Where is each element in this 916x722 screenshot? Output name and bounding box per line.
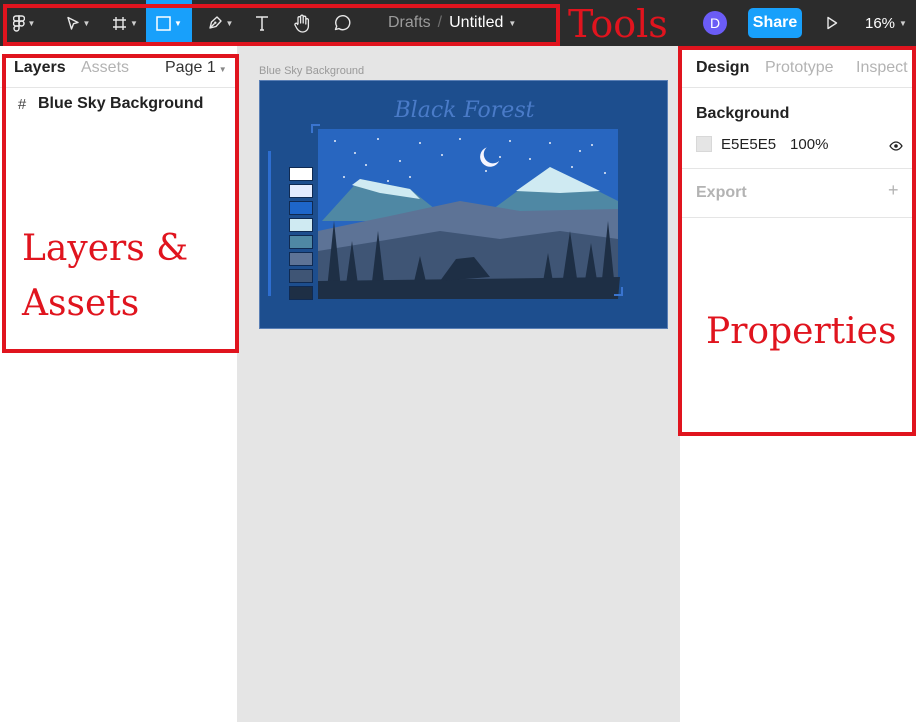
avatar[interactable]: D — [703, 11, 727, 35]
frame-label[interactable]: Blue Sky Background — [259, 65, 364, 77]
present-button[interactable] — [822, 0, 842, 46]
zoom-menu[interactable]: 16% ▼ — [865, 0, 907, 46]
palette-swatch[interactable] — [289, 184, 313, 198]
layers-annotation-line2: Assets — [22, 283, 140, 324]
palette-swatch[interactable] — [289, 252, 313, 266]
palette-swatch[interactable] — [289, 235, 313, 249]
frame-title: Black Forest — [394, 98, 535, 123]
properties-highlight-box — [678, 46, 916, 436]
canvas[interactable]: Blue Sky Background Black Forest — [238, 46, 679, 722]
tools-annotation: Tools — [568, 2, 668, 46]
layers-annotation-line1: Layers & — [22, 228, 189, 269]
palette-swatch[interactable] — [289, 201, 313, 215]
chevron-down-icon: ▼ — [899, 18, 907, 28]
palette-swatch[interactable] — [289, 286, 313, 300]
zoom-level: 16% — [865, 14, 896, 32]
properties-annotation: Properties — [706, 311, 897, 352]
palette-swatch[interactable] — [289, 269, 313, 283]
palette-swatch[interactable] — [289, 167, 313, 181]
present-icon — [826, 16, 838, 30]
frame-blue-sky-background[interactable]: Black Forest — [259, 80, 668, 329]
tools-highlight-box — [3, 4, 560, 46]
share-button[interactable]: Share — [748, 8, 802, 38]
palette-swatch[interactable] — [289, 218, 313, 232]
